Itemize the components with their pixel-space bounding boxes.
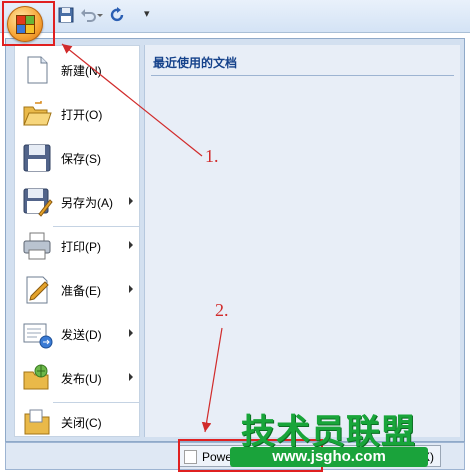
- menu-item-open[interactable]: 打开(O): [15, 94, 139, 134]
- submenu-arrow-icon: [129, 285, 133, 293]
- command-list: 新建(N) 打开(O) 保存(S) 另存为(A) 打印(P) 准备(E) 发送(…: [14, 45, 140, 437]
- menu-item-label: 新建(N): [61, 63, 102, 78]
- undo-dropdown-icon[interactable]: [96, 7, 104, 23]
- menu-item-label: 准备(E): [61, 283, 101, 298]
- menu-item-prepare[interactable]: 准备(E): [15, 270, 139, 310]
- highlight-box-office-button: [2, 1, 55, 46]
- undo-icon[interactable]: [80, 7, 96, 23]
- open-folder-icon: [23, 101, 52, 126]
- recent-documents-panel: 最近使用的文档: [144, 45, 460, 437]
- new-document-icon: [27, 56, 48, 84]
- watermark-url: www.jsgho.com: [230, 447, 428, 467]
- printer-icon: [23, 232, 51, 260]
- menu-item-label: 关闭(C): [61, 415, 102, 430]
- menu-item-close[interactable]: 关闭(C): [15, 402, 139, 442]
- annotation-step-2: 2.: [215, 300, 229, 320]
- redo-icon[interactable]: [110, 7, 126, 23]
- menu-item-publish[interactable]: 发布(U): [15, 358, 139, 398]
- menu-item-label: 保存(S): [61, 151, 101, 166]
- close-folder-icon: [24, 409, 50, 435]
- save-as-icon: [23, 188, 53, 217]
- submenu-arrow-icon: [129, 373, 133, 381]
- menu-item-label: 发送(D): [61, 327, 102, 342]
- menu-item-save[interactable]: 保存(S): [15, 138, 139, 178]
- watermark-title: 技术员联盟: [241, 412, 416, 452]
- send-icon: [23, 323, 53, 349]
- menu-item-label: 打开(O): [61, 107, 103, 122]
- menu-item-save-as[interactable]: 另存为(A): [15, 182, 139, 222]
- submenu-arrow-icon: [129, 241, 133, 249]
- customize-toolbar-icon[interactable]: ▾: [144, 7, 156, 23]
- menu-item-print[interactable]: 打印(P): [15, 226, 139, 266]
- menu-item-new[interactable]: 新建(N): [15, 50, 139, 90]
- recent-documents-divider: [151, 75, 454, 76]
- submenu-arrow-icon: [129, 329, 133, 337]
- menu-item-label: 发布(U): [61, 371, 102, 386]
- recent-documents-title: 最近使用的文档: [153, 56, 238, 70]
- menu-item-label: 另存为(A): [61, 195, 113, 210]
- quick-access-toolbar: ▾: [0, 0, 470, 33]
- menu-item-send[interactable]: 发送(D): [15, 314, 139, 354]
- submenu-arrow-icon: [129, 197, 133, 205]
- prepare-icon: [26, 276, 49, 304]
- menu-item-label: 打印(P): [61, 239, 101, 254]
- publish-icon: [23, 364, 49, 390]
- save-disk-icon: [23, 144, 51, 172]
- save-icon[interactable]: [58, 7, 74, 23]
- office-menu: 新建(N) 打开(O) 保存(S) 另存为(A) 打印(P) 准备(E) 发送(…: [5, 38, 465, 442]
- annotation-step-1: 1.: [205, 146, 219, 166]
